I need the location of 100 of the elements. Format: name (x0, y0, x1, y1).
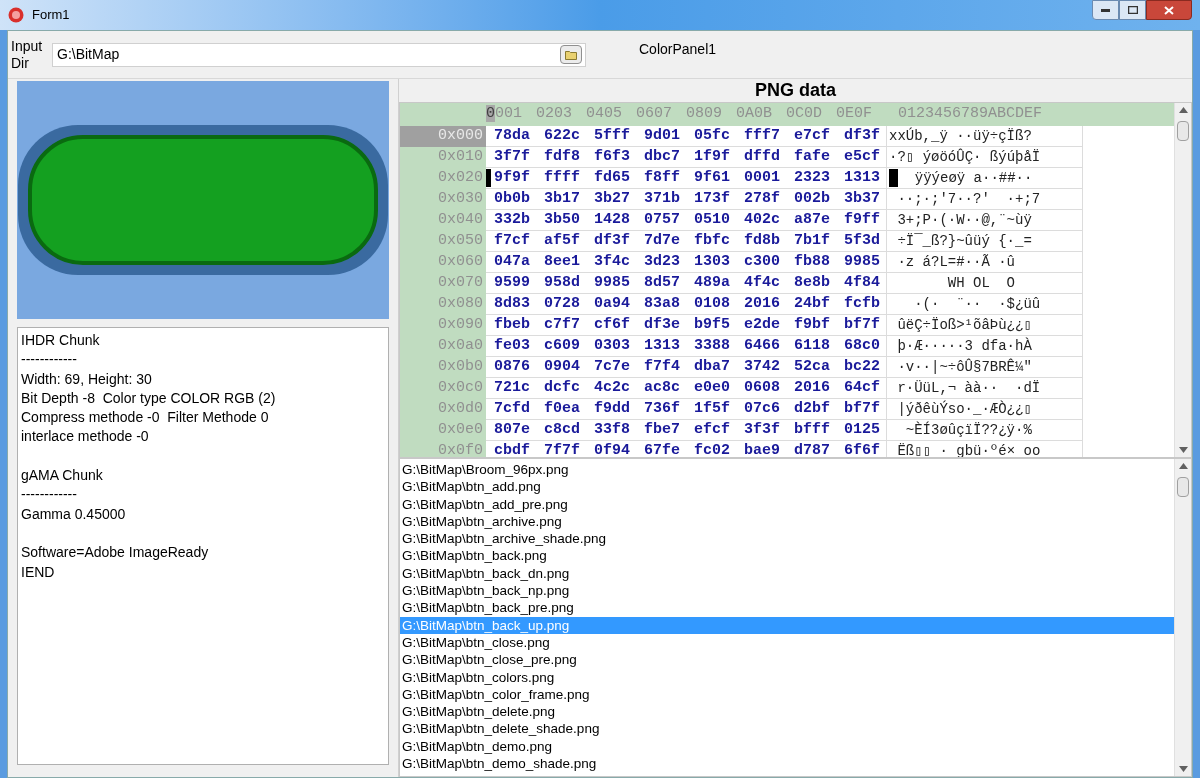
offset-cell: 0x0d0 (400, 398, 486, 420)
hex-cell-text: f9ff (843, 209, 881, 230)
hex-cell-text: 1f5f (693, 398, 731, 419)
hex-cell-text: d2bf (793, 398, 831, 419)
file-list-item[interactable]: G:\BitMap\btn_demo_shade.png (400, 755, 1174, 773)
scroll-thumb[interactable] (1177, 477, 1189, 497)
file-list-item[interactable]: G:\BitMap\btn_archive_shade.png (400, 530, 1174, 548)
ascii-cell-text: |ýðêùÝso·_·ÆÒ¿¿▯ (896, 399, 1032, 419)
hex-cell-text: 3f7f (493, 146, 531, 167)
hex-cell-text: 0a94 (593, 293, 631, 314)
scroll-up-icon[interactable] (1178, 107, 1188, 113)
scroll-thumb[interactable] (1177, 121, 1189, 141)
hex-cell-text: efcf (693, 419, 731, 440)
file-list-item[interactable]: G:\BitMap\btn_archive.png (400, 512, 1174, 531)
hex-cell-text: 68c0 (843, 335, 881, 356)
hex-cell-text: fbfc (693, 230, 731, 251)
hex-cell-text: 9f61 (693, 167, 731, 188)
hex-cell-text: 1428 (593, 209, 631, 230)
hex-cell-text: 6466 (743, 335, 781, 356)
hex-cell-text: 0757 (643, 209, 681, 230)
file-list-item[interactable]: G:\BitMap\btn_delete_shade.png (400, 720, 1174, 738)
hex-cell-text: b9f5 (693, 314, 731, 335)
scroll-up-icon[interactable] (1178, 463, 1188, 469)
hex-cell-text: 78da (493, 125, 531, 146)
window-title: Form1 (32, 6, 70, 25)
maximize-icon (1127, 6, 1138, 14)
maximize-button[interactable] (1119, 0, 1146, 20)
close-button[interactable] (1146, 0, 1192, 20)
hex-cell-text: 0001 (743, 167, 781, 188)
hex-cell-text: 3b37 (843, 188, 881, 209)
chunk-info-text: IHDR Chunk ------------ Width: 69, Height: 30 Bit Depth -8 Color type COLOR RGB (2) Compress methode -0 Filter Methode 0 interlace methode -0 gAMA Chunk ------------ Gamma 0.45000 Software=Adobe ImageReady IEND (17, 327, 389, 765)
hex-scrollbar[interactable] (1174, 103, 1191, 457)
scroll-down-icon[interactable] (1178, 766, 1188, 772)
hex-cell-text: 402c (743, 209, 781, 230)
ascii-cell-text: r·ÜüL,¬ àà·· ·dÏ (896, 378, 1041, 398)
hex-cell-text: 5f3d (843, 230, 881, 251)
hex-cell-text: dffd (743, 146, 781, 167)
ascii-cell-text: ·?▯ ýøöóÛÇ· ßýúþåÏ (889, 147, 1041, 167)
hex-cell-text: 67fe (643, 440, 681, 457)
hex-cell-text: f7f4 (643, 356, 681, 377)
hex-cell-text: 8d83 (493, 293, 531, 314)
hex-cell-text: f9dd (593, 398, 631, 419)
ascii-cell-text: ÿÿýeøÿ a··##·· (913, 168, 1033, 188)
hex-cell-text: 8e8b (793, 272, 831, 293)
offset-cell: 0x010 (400, 146, 486, 168)
hex-cell-text: 736f (643, 398, 681, 419)
minimize-button[interactable] (1092, 0, 1119, 20)
hex-cell-text: 7d7e (643, 230, 681, 251)
file-list-item[interactable]: G:\BitMap\btn_back_np.png (400, 582, 1174, 600)
hex-cell-text: 489a (693, 272, 731, 293)
file-list-item[interactable]: G:\BitMap\btn_back_dn.png (400, 564, 1174, 583)
hex-cell-text: cf6f (593, 314, 631, 335)
hex-view-title: PNG data (754, 79, 837, 102)
hex-cell-text: 721c (493, 377, 531, 398)
file-list-scrollbar[interactable] (1174, 459, 1191, 776)
hex-cell-text: 002b (793, 188, 831, 209)
hex-cell-text: df3f (843, 125, 881, 146)
ascii-cell-text: ÷Ï¯_ß?}~ûüý {·_= (896, 231, 1032, 251)
hex-cell-text: 7f7f (543, 440, 581, 457)
file-list-item[interactable]: G:\BitMap\btn_color_frame.png (400, 685, 1174, 704)
hex-cell-text: bf7f (843, 398, 881, 419)
ascii-cell-text: ·v··|~÷ôÛ§7BRÊ¼" (896, 357, 1032, 377)
hex-cell-text: 3742 (743, 356, 781, 377)
column-header: 0C0D (786, 104, 824, 124)
hex-cell-text: 2323 (793, 167, 831, 188)
ascii-cell-text: ~ÈÍ3øûçïÏ??¿ÿ·% (904, 420, 1032, 440)
hex-cell-text: 4f84 (843, 272, 881, 293)
hex-cell-text: df3f (593, 230, 631, 251)
hex-cell-text: a87e (793, 209, 831, 230)
close-icon (1164, 5, 1174, 15)
hex-cell-text: 622c (543, 125, 581, 146)
file-list-item[interactable]: G:\BitMap\btn_add.png (400, 478, 1174, 496)
hex-cell-text: 2016 (743, 293, 781, 314)
hex-cell-text: dcfc (543, 377, 581, 398)
hex-cell-text: fd8b (743, 230, 781, 251)
file-list-item[interactable]: G:\BitMap\btn_close_pre.png (400, 651, 1174, 669)
ascii-cell-text: Ëß▯▯ · gbü·ºé× oo (896, 441, 1041, 457)
file-list-item[interactable]: G:\BitMap\btn_close.png (400, 633, 1174, 652)
hex-cell-text: dbc7 (643, 146, 681, 167)
hex-cell-text: 0510 (693, 209, 731, 230)
file-list-item[interactable]: G:\BitMap\btn_back.png (400, 547, 1174, 565)
scroll-down-icon[interactable] (1178, 447, 1188, 453)
column-header: 0405 (586, 104, 624, 124)
file-list-item[interactable]: G:\BitMap\btn_delete.png (400, 703, 1174, 721)
app-icon (8, 7, 24, 23)
hex-cell-text: 0b0b (493, 188, 531, 209)
offset-cell: 0x080 (400, 293, 486, 315)
hex-cell-text: dba7 (693, 356, 731, 377)
hex-cell-text: e7cf (793, 125, 831, 146)
column-header: 0607 (636, 104, 674, 124)
hex-cell-text: 0f94 (593, 440, 631, 457)
hex-cell-text: 83a8 (643, 293, 681, 314)
color-panel-label: ColorPanel1 (639, 40, 717, 59)
file-list-item[interactable]: G:\BitMap\Broom_96px.png (400, 461, 1174, 479)
file-list-item[interactable]: G:\BitMap\btn_add_pre.png (400, 495, 1174, 513)
hex-cell-text: cbdf (493, 440, 531, 457)
file-list-item[interactable]: G:\BitMap\btn_colors.png (400, 668, 1174, 686)
file-list-item[interactable]: G:\BitMap\btn_demo.png (400, 737, 1174, 756)
hex-cell-text: fe03 (493, 335, 531, 356)
file-list-item[interactable]: G:\BitMap\btn_back_pre.png (400, 599, 1174, 617)
